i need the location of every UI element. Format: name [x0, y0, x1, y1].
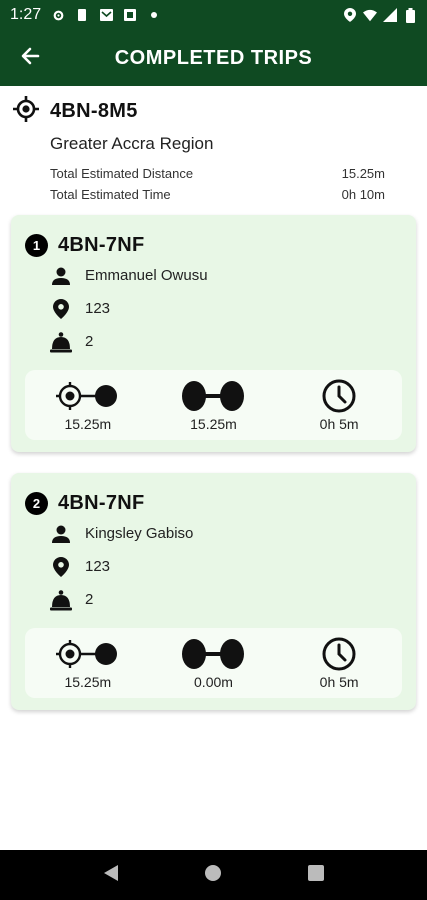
- photo-icon: [123, 8, 137, 22]
- stop-to-stop-icon: [181, 636, 245, 672]
- trip-person-row: Kingsley Gabiso: [47, 517, 402, 550]
- trip-index-badge: 2: [25, 491, 48, 515]
- metric-duration: 0h 5m: [284, 636, 394, 690]
- region-label: Greater Accra Region: [50, 134, 214, 153]
- metric-duration: 0h 5m: [284, 378, 394, 432]
- trip-location: 123: [85, 300, 111, 317]
- circle-home-icon: [204, 864, 222, 887]
- metric-between-stops-value: 0.00m: [194, 674, 233, 690]
- nav-recents-button[interactable]: [296, 855, 336, 895]
- metric-duration-value: 0h 5m: [319, 674, 359, 690]
- target-icon: [12, 95, 40, 128]
- battery-icon: [403, 7, 417, 23]
- trip-count: 2: [85, 591, 94, 608]
- metric-from-start: 15.25m: [33, 378, 143, 432]
- trip-person-name: Emmanuel Owusu: [85, 267, 208, 284]
- status-bar: 1:27: [0, 0, 427, 30]
- metric-from-start-value: 15.25m: [64, 674, 112, 690]
- metric-duration-value: 0h 5m: [319, 416, 359, 432]
- route-summary: 4BN-8M5 Greater Accra Region Total Estim…: [0, 86, 427, 210]
- gmail-icon: [99, 8, 113, 22]
- bell-icon: [47, 586, 75, 614]
- wifi-icon: [363, 8, 377, 22]
- start-to-stop-icon: [55, 636, 120, 672]
- person-icon: [47, 520, 75, 548]
- triangle-back-icon: [103, 864, 119, 887]
- trip-count-row: 2: [47, 325, 402, 358]
- trip-index-badge: 1: [25, 233, 48, 257]
- trip-card[interactable]: 2 4BN-7NF Kingsley Gabiso 123 2 15.25m 0…: [11, 473, 416, 710]
- trip-code: 4BN-7NF: [58, 491, 145, 514]
- location-status-icon: [343, 8, 357, 22]
- metric-from-start: 15.25m: [33, 636, 143, 690]
- total-time-label: Total Estimated Time: [50, 187, 171, 202]
- trip-location: 123: [85, 558, 111, 575]
- bell-icon: [47, 328, 75, 356]
- person-icon: [47, 262, 75, 290]
- trip-person-row: Emmanuel Owusu: [47, 259, 402, 292]
- trip-count: 2: [85, 333, 94, 350]
- route-code: 4BN-8M5: [50, 99, 138, 122]
- stop-to-stop-icon: [181, 378, 245, 414]
- metric-between-stops: 0.00m: [158, 636, 268, 690]
- square-recents-icon: [307, 864, 324, 886]
- total-distance-value: 15.25m: [341, 166, 385, 181]
- total-time-row: Total Estimated Time 0h 10m: [50, 187, 385, 202]
- settings-icon: [51, 8, 65, 22]
- total-distance-row: Total Estimated Distance 15.25m: [50, 166, 385, 181]
- dot-icon: [147, 8, 161, 22]
- map-pin-icon: [47, 295, 75, 323]
- clock-icon: [321, 636, 357, 672]
- nav-home-button[interactable]: [193, 855, 233, 895]
- metric-between-stops: 15.25m: [158, 378, 268, 432]
- nav-back-button[interactable]: [91, 855, 131, 895]
- trip-code: 4BN-7NF: [58, 233, 145, 256]
- trip-count-row: 2: [47, 583, 402, 616]
- back-button[interactable]: [0, 30, 60, 86]
- total-distance-label: Total Estimated Distance: [50, 166, 194, 181]
- trip-metrics: 15.25m 0.00m 0h 5m: [25, 628, 402, 698]
- trip-person-name: Kingsley Gabiso: [85, 525, 194, 542]
- signal-icon: [383, 8, 397, 22]
- metric-from-start-value: 15.25m: [64, 416, 112, 432]
- trip-location-row: 123: [47, 550, 402, 583]
- start-to-stop-icon: [55, 378, 120, 414]
- status-time: 1:27: [10, 6, 42, 23]
- app-bar: COMPLETED TRIPS: [0, 30, 427, 86]
- clock-icon: [321, 378, 357, 414]
- sim-icon: [75, 8, 89, 22]
- arrow-left-icon: [20, 46, 40, 71]
- map-pin-icon: [47, 553, 75, 581]
- trip-card[interactable]: 1 4BN-7NF Emmanuel Owusu 123 2 15.25m 15…: [11, 215, 416, 452]
- trip-metrics: 15.25m 15.25m 0h 5m: [25, 370, 402, 440]
- trip-location-row: 123: [47, 292, 402, 325]
- total-time-value: 0h 10m: [341, 187, 385, 202]
- metric-between-stops-value: 15.25m: [190, 416, 237, 432]
- system-nav-bar: [0, 850, 427, 900]
- page-title: COMPLETED TRIPS: [114, 46, 313, 69]
